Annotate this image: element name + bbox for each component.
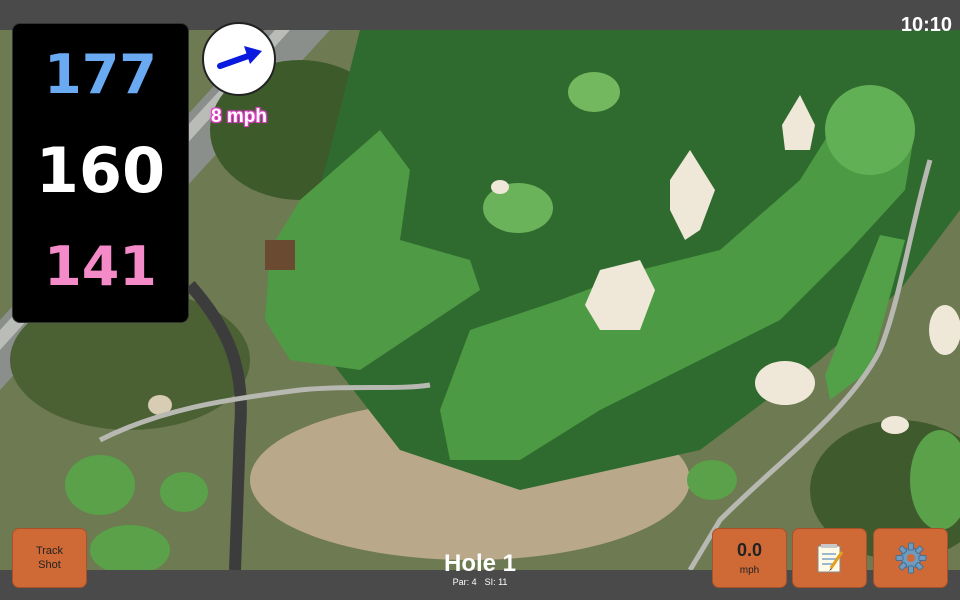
green-area (568, 72, 620, 112)
notepad-icon (817, 544, 843, 573)
hole-stroke-index: SI: 11 (484, 577, 508, 587)
speed-value: 0.0 (736, 540, 763, 560)
distance-front: 141 (44, 235, 157, 298)
green-area (65, 455, 135, 515)
green-area (160, 472, 208, 512)
building (265, 240, 295, 270)
bunker (929, 305, 960, 355)
hole-title: Hole 1 (443, 550, 517, 577)
distance-panel: 177 160 141 (12, 23, 189, 323)
speed-button[interactable]: 0.0 mph (712, 528, 787, 588)
wind-speed-text: 8 mph (211, 106, 267, 127)
clock-time: 10:10 (900, 14, 952, 36)
track-shot-button[interactable]: Track Shot (12, 528, 87, 588)
gear-icon (895, 542, 926, 574)
distance-back: 177 (44, 43, 157, 106)
settings-button[interactable] (873, 528, 948, 588)
wind-arrow-icon (217, 46, 262, 69)
distance-middle: 160 (35, 134, 166, 207)
notes-button[interactable] (792, 528, 867, 588)
track-shot-label-line2: Shot (38, 559, 61, 571)
bunker (491, 180, 509, 194)
speed-unit: mph (739, 565, 760, 576)
wind-direction-dial (202, 22, 276, 96)
bunker (881, 416, 909, 434)
bunker (755, 361, 815, 405)
green-area (687, 460, 737, 500)
hole-meta: Par: 4 SI: 11 (380, 577, 580, 587)
putting-green (825, 85, 915, 175)
hole-par: Par: 4 (452, 577, 477, 587)
track-shot-label-line1: Track (35, 545, 64, 557)
wind-speed-label: 8 mph (198, 106, 280, 128)
